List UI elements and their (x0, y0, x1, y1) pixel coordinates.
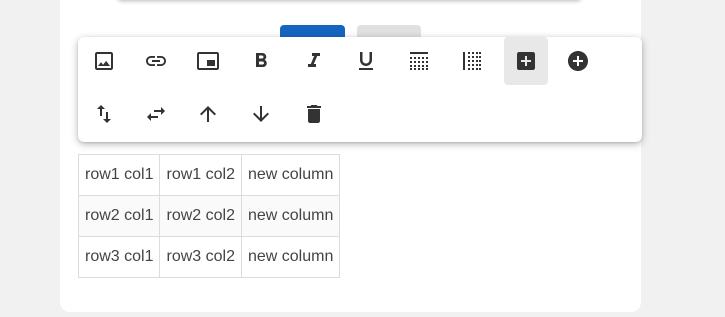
table-cell[interactable]: row2 col2 (159, 195, 242, 237)
data-table: row1 col1 row1 col2 new column row2 col1… (77, 154, 341, 278)
table-row: row3 col1 row3 col2 new column (77, 236, 341, 278)
delete-icon (307, 105, 321, 123)
table-cell[interactable]: row3 col1 (77, 236, 161, 278)
underline-icon (359, 52, 373, 70)
table-row: row2 col1 row2 col2 new column (77, 195, 341, 237)
table-cell[interactable]: row2 col1 (77, 195, 161, 237)
table-cell[interactable]: row1 col1 (77, 154, 161, 196)
table-cell[interactable]: new column (240, 236, 341, 278)
table-row: row1 col1 row1 col2 new column (77, 154, 341, 196)
picture-in-picture-icon (197, 52, 219, 70)
arrow-down-icon (253, 106, 269, 122)
insert-link-button[interactable] (134, 37, 178, 85)
toggle-header-column-button[interactable] (450, 37, 494, 85)
add-box-icon (517, 52, 535, 70)
add-row-button[interactable] (504, 37, 548, 85)
toggle-header-row-button[interactable] (397, 37, 441, 85)
link-icon (146, 56, 166, 66)
table-border-vertical-icon (463, 52, 481, 70)
bold-button[interactable] (239, 37, 283, 85)
table-cell[interactable]: new column (240, 195, 341, 237)
italic-button[interactable] (292, 37, 336, 85)
add-circle-icon (568, 51, 588, 71)
table-cell[interactable]: new column (240, 154, 341, 196)
image-icon (95, 52, 113, 70)
italic-icon (308, 53, 320, 67)
table-cell[interactable]: row1 col2 (159, 154, 242, 196)
bold-icon (256, 53, 267, 67)
arrow-up-icon (200, 106, 216, 122)
insert-embed-button[interactable] (186, 37, 230, 85)
insert-image-button[interactable] (82, 37, 126, 85)
swap-vertical-icon (97, 105, 111, 123)
table-cell[interactable]: row3 col2 (159, 236, 242, 278)
swap-rows-button[interactable] (82, 90, 126, 138)
table-border-horizontal-icon (410, 52, 428, 70)
move-down-button[interactable] (239, 90, 283, 138)
add-column-button[interactable] (556, 37, 600, 85)
underline-button[interactable] (344, 37, 388, 85)
table-edit-toolbar (78, 37, 642, 142)
swap-horizontal-icon (147, 107, 165, 121)
swap-columns-button[interactable] (134, 90, 178, 138)
move-up-button[interactable] (186, 90, 230, 138)
delete-button[interactable] (292, 90, 336, 138)
